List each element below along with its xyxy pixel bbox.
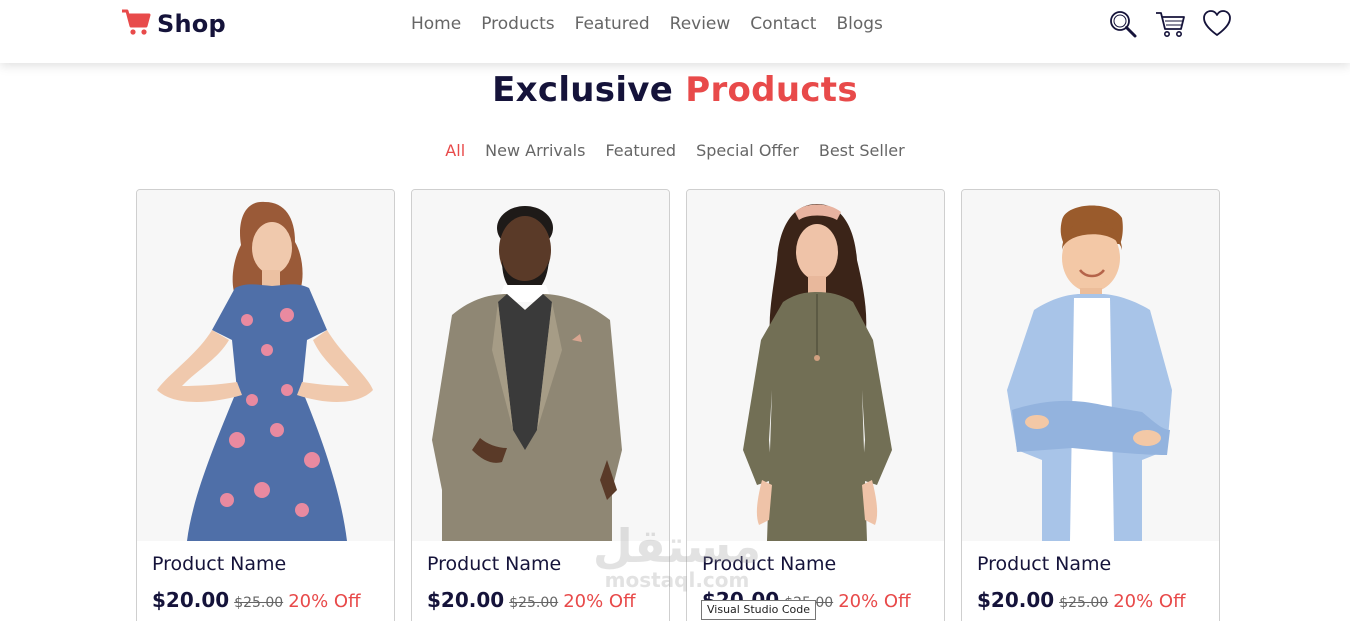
- brand-name: Shop: [157, 10, 226, 38]
- product-price: $20.00 $25.00 20% Off: [427, 588, 636, 612]
- boy-blue-shirt-photo[interactable]: [962, 190, 1219, 541]
- product-name[interactable]: Product Name: [702, 553, 836, 575]
- price-current: $20.00: [977, 588, 1055, 612]
- cart-icon[interactable]: [1155, 9, 1185, 39]
- price-original: $25.00: [1059, 595, 1109, 611]
- product-card[interactable]: Product Name $20.00 $25.00 20% Off: [686, 189, 945, 621]
- product-card[interactable]: Product Name $20.00 $25.00 20% Off: [961, 189, 1220, 621]
- section-title-main: Exclusive: [492, 70, 674, 110]
- filter-tabs: All New Arrivals Featured Special Offer …: [0, 141, 1350, 161]
- brand-logo[interactable]: Shop: [121, 8, 226, 40]
- nav-home[interactable]: Home: [411, 14, 461, 34]
- filter-all[interactable]: All: [445, 141, 465, 161]
- product-name[interactable]: Product Name: [977, 553, 1111, 575]
- nav-contact[interactable]: Contact: [750, 14, 816, 34]
- navbar: Shop Home Products Featured Review Conta…: [0, 0, 1350, 63]
- filter-best-seller[interactable]: Best Seller: [819, 141, 905, 161]
- nav-blogs[interactable]: Blogs: [836, 14, 882, 34]
- product-price: $20.00 $25.00 20% Off: [152, 588, 361, 612]
- man-tweed-blazer-photo[interactable]: [412, 190, 669, 541]
- discount-label: 20% Off: [1113, 591, 1186, 612]
- discount-label: 20% Off: [563, 591, 636, 612]
- section-title: Exclusive Products: [0, 70, 1350, 110]
- tooltip: Visual Studio Code: [701, 600, 817, 620]
- woman-olive-dress-photo[interactable]: [687, 190, 944, 541]
- nav-products[interactable]: Products: [481, 14, 554, 34]
- nav-featured[interactable]: Featured: [575, 14, 650, 34]
- section-title-accent: Products: [685, 70, 858, 110]
- product-grid: Product Name $20.00 $25.00 20% Off Produ…: [136, 189, 1220, 621]
- nav-review[interactable]: Review: [670, 14, 731, 34]
- price-original: $25.00: [234, 595, 284, 611]
- woman-floral-dress-photo[interactable]: [137, 190, 394, 541]
- filter-new-arrivals[interactable]: New Arrivals: [485, 141, 585, 161]
- cart-icon: [121, 8, 151, 40]
- search-icon[interactable]: [1108, 9, 1138, 39]
- product-card[interactable]: Product Name $20.00 $25.00 20% Off: [136, 189, 395, 621]
- discount-label: 20% Off: [288, 591, 361, 612]
- price-current: $20.00: [152, 588, 230, 612]
- price-current: $20.00: [427, 588, 505, 612]
- filter-featured[interactable]: Featured: [605, 141, 676, 161]
- nav-icons: [1108, 9, 1232, 39]
- product-card[interactable]: Product Name $20.00 $25.00 20% Off: [411, 189, 670, 621]
- price-original: $25.00: [509, 595, 559, 611]
- filter-special-offer[interactable]: Special Offer: [696, 141, 799, 161]
- product-price: $20.00 $25.00 20% Off: [977, 588, 1186, 612]
- product-name[interactable]: Product Name: [427, 553, 561, 575]
- product-name[interactable]: Product Name: [152, 553, 286, 575]
- discount-label: 20% Off: [838, 591, 911, 612]
- heart-icon[interactable]: [1202, 9, 1232, 39]
- main-nav: Home Products Featured Review Contact Bl…: [411, 14, 903, 34]
